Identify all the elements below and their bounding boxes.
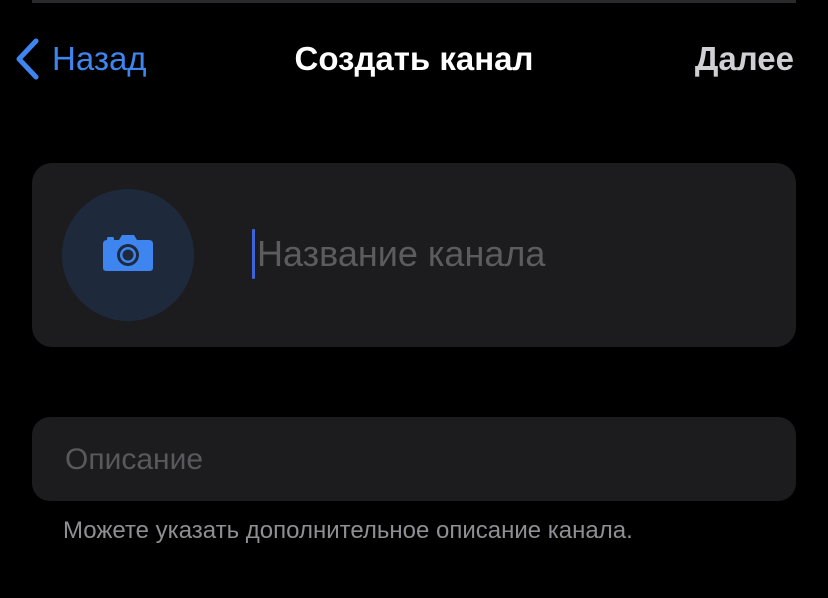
top-divider [32,0,796,3]
description-hint: Можете указать дополнительное описание к… [63,517,633,544]
description-input[interactable] [65,438,765,482]
channel-name-input[interactable] [257,233,737,275]
description-card [32,417,796,501]
camera-icon [102,234,154,277]
channel-name-card [32,163,796,347]
text-caret [252,229,255,279]
next-button[interactable]: Далее [695,37,794,81]
navigation-bar: Назад Создать канал Далее [0,22,828,96]
channel-photo-button[interactable] [62,189,194,321]
channel-name-field [252,229,737,279]
